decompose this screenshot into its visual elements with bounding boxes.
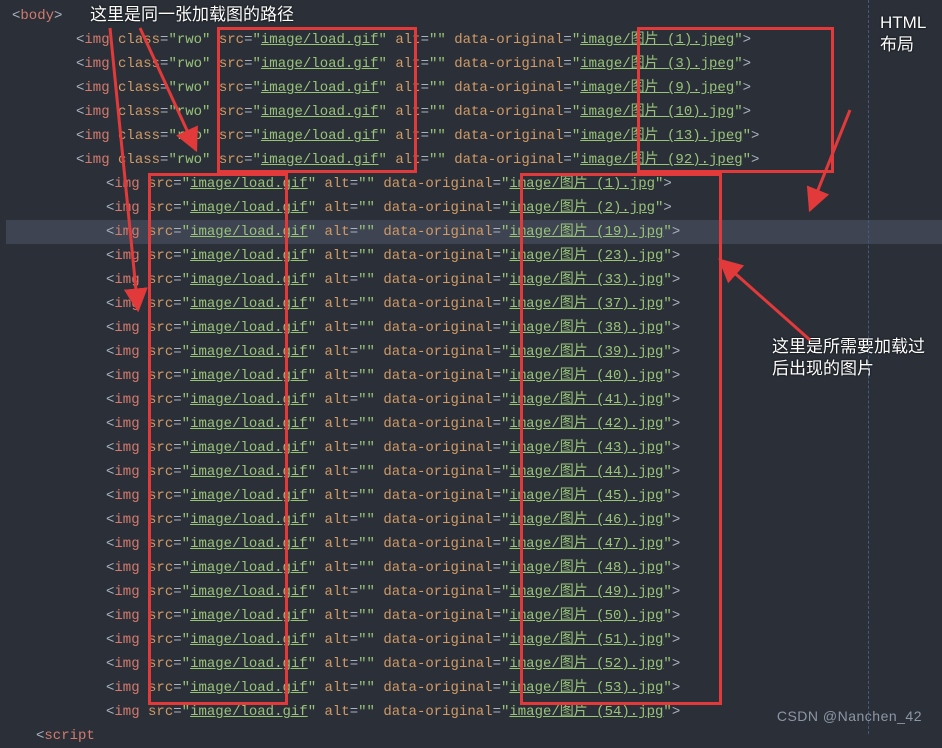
code-line: <img src="image/load.gif" alt="" data-or…: [6, 412, 942, 436]
code-line: <img src="image/load.gif" alt="" data-or…: [6, 604, 942, 628]
code-line: <img src="image/load.gif" alt="" data-or…: [6, 388, 942, 412]
code-line: <img src="image/load.gif" alt="" data-or…: [6, 532, 942, 556]
annotation-label-images: 这里是所需要加载过后出现的图片: [772, 336, 932, 380]
code-line: <img src="image/load.gif" alt="" data-or…: [6, 484, 942, 508]
code-line: <img class="rwo" src="image/load.gif" al…: [6, 148, 942, 172]
img-tag: img: [84, 128, 109, 144]
img-tag: img: [114, 200, 139, 216]
code-line: <img src="image/load.gif" alt="" data-or…: [6, 292, 942, 316]
img-tag: img: [114, 440, 139, 456]
code-line: <img src="image/load.gif" alt="" data-or…: [6, 460, 942, 484]
code-line: <img src="image/load.gif" alt="" data-or…: [6, 556, 942, 580]
annotation-label-html: HTML布局: [880, 12, 930, 56]
img-tag: img: [114, 632, 139, 648]
ruler-guide: [868, 0, 869, 734]
code-line: <img src="image/load.gif" alt="" data-or…: [6, 508, 942, 532]
code-line: <img class="rwo" src="image/load.gif" al…: [6, 124, 942, 148]
img-tag: img: [114, 272, 139, 288]
img-tag: img: [114, 176, 139, 192]
script-tag: script: [44, 728, 94, 744]
img-tag: img: [114, 416, 139, 432]
img-tag: img: [114, 464, 139, 480]
img-tag: img: [84, 32, 109, 48]
img-tag: img: [84, 104, 109, 120]
img-tag: img: [84, 152, 109, 168]
img-tag: img: [114, 560, 139, 576]
code-line: <img class="rwo" src="image/load.gif" al…: [6, 28, 942, 52]
img-tag: img: [114, 344, 139, 360]
annotation-label-top: 这里是同一张加载图的路径: [90, 4, 294, 26]
code-line: <img src="image/load.gif" alt="" data-or…: [6, 580, 942, 604]
code-line: <img src="image/load.gif" alt="" data-or…: [6, 652, 942, 676]
code-line: <img src="image/load.gif" alt="" data-or…: [6, 436, 942, 460]
img-tag: img: [114, 368, 139, 384]
img-tag: img: [114, 536, 139, 552]
body-tag: body: [20, 8, 54, 24]
code-line: <img src="image/load.gif" alt="" data-or…: [6, 196, 942, 220]
img-tag: img: [114, 704, 139, 720]
code-line: <img src="image/load.gif" alt="" data-or…: [6, 244, 942, 268]
img-tag: img: [114, 224, 139, 240]
img-tag: img: [114, 680, 139, 696]
img-tag: img: [84, 80, 109, 96]
code-line: <img class="rwo" src="image/load.gif" al…: [6, 52, 942, 76]
img-tag: img: [114, 392, 139, 408]
img-tag: img: [114, 320, 139, 336]
code-line: <img class="rwo" src="image/load.gif" al…: [6, 100, 942, 124]
code-line: <img src="image/load.gif" alt="" data-or…: [6, 268, 942, 292]
img-tag: img: [114, 608, 139, 624]
code-line: <img class="rwo" src="image/load.gif" al…: [6, 76, 942, 100]
img-tag: img: [114, 488, 139, 504]
img-tag: img: [114, 512, 139, 528]
img-tag: img: [84, 56, 109, 72]
img-tag: img: [114, 584, 139, 600]
code-line: <img src="image/load.gif" alt="" data-or…: [6, 676, 942, 700]
code-line: <img src="image/load.gif" alt="" data-or…: [6, 628, 942, 652]
code-line: <img src="image/load.gif" alt="" data-or…: [6, 172, 942, 196]
watermark: CSDN @Nanchen_42: [777, 704, 922, 728]
code-line: <img src="image/load.gif" alt="" data-or…: [6, 220, 942, 244]
img-tag: img: [114, 296, 139, 312]
img-tag: img: [114, 656, 139, 672]
img-tag: img: [114, 248, 139, 264]
